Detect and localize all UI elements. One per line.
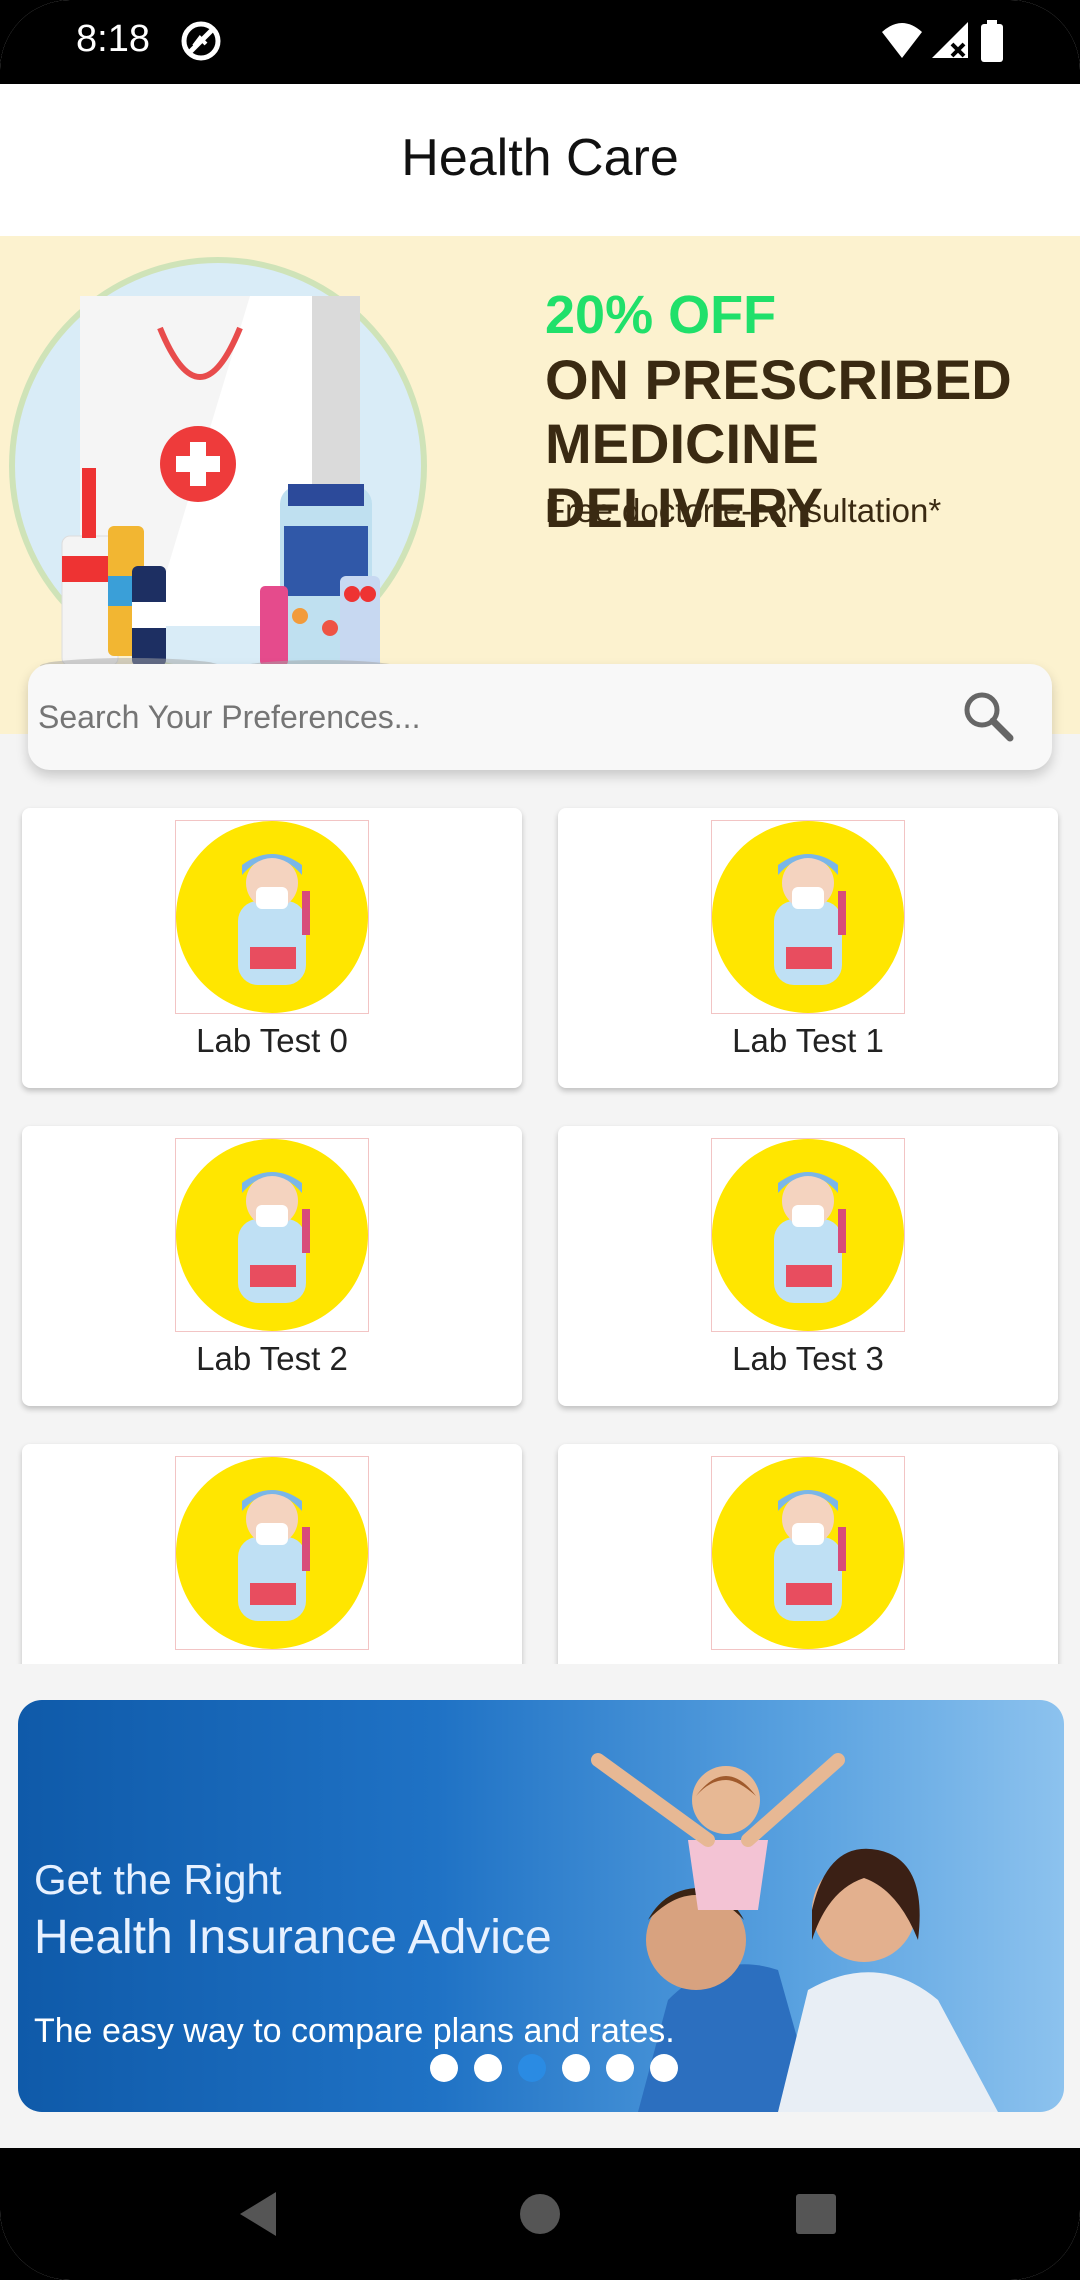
insurance-carousel[interactable]: Get the Right Health Insurance Advice Th… xyxy=(18,1700,1064,2112)
lab-technician-image xyxy=(175,1138,369,1332)
lab-technician-image xyxy=(711,1138,905,1332)
lab-test-label: Lab Test 0 xyxy=(196,1022,348,1059)
promo-subtext: Free doctor e-consultation* xyxy=(545,492,942,529)
promo-headline-line-1: ON PRESCRIBED xyxy=(545,348,1012,411)
battery-icon xyxy=(980,20,1004,67)
lab-test-card[interactable] xyxy=(558,1444,1058,1664)
carousel-dot[interactable] xyxy=(606,2054,634,2082)
carousel-dot[interactable] xyxy=(474,2054,502,2082)
lab-test-label: Lab Test 3 xyxy=(732,1340,884,1377)
carousel-dot[interactable] xyxy=(650,2054,678,2082)
lab-test-card[interactable]: Lab Test 1 xyxy=(558,808,1058,1088)
signal-icon xyxy=(930,20,970,65)
carousel-dot[interactable] xyxy=(562,2054,590,2082)
status-time: 8:18 xyxy=(76,18,150,60)
lab-technician-image xyxy=(175,820,369,1014)
search-input[interactable] xyxy=(36,686,940,748)
lab-test-grid: Lab Test 0 Lab Test 1 Lab Test 2 Lab Tes… xyxy=(0,784,1080,1664)
medicine-bag-illustration xyxy=(9,257,427,676)
vpn-icon xyxy=(180,20,222,67)
banner-line-3: The easy way to compare plans and rates. xyxy=(34,2012,675,2050)
lab-test-label: Lab Test 1 xyxy=(732,1022,884,1059)
banner-line-1: Get the Right xyxy=(34,1856,282,1903)
banner-line-2: Health Insurance Advice xyxy=(34,1911,552,1964)
lab-technician-image xyxy=(175,1456,369,1650)
recents-icon[interactable] xyxy=(796,2194,836,2239)
lab-technician-image xyxy=(711,820,905,1014)
status-bar: 8:18 xyxy=(0,0,1080,84)
screen: 8:18 Health Care 20% OFF ON PRESCRIBED M… xyxy=(0,0,1080,2280)
page-title: Health Care xyxy=(401,129,679,187)
lab-test-card[interactable]: Lab Test 2 xyxy=(22,1126,522,1406)
home-icon[interactable] xyxy=(518,2192,562,2241)
lab-technician-image xyxy=(711,1456,905,1650)
app-bar: Health Care xyxy=(0,84,1080,236)
back-icon[interactable] xyxy=(236,2190,280,2243)
search-bar[interactable] xyxy=(28,664,1052,770)
promo-discount: 20% OFF xyxy=(545,285,777,345)
carousel-dot[interactable] xyxy=(430,2054,458,2082)
wifi-icon xyxy=(880,20,924,65)
search-icon[interactable] xyxy=(958,686,1018,751)
lab-test-label: Lab Test 2 xyxy=(196,1340,348,1377)
promo-banner[interactable]: 20% OFF ON PRESCRIBED MEDICINE DELIVERY … xyxy=(0,236,1080,734)
lab-test-card[interactable] xyxy=(22,1444,522,1664)
navigation-bar xyxy=(0,2148,1080,2280)
lab-test-card[interactable]: Lab Test 3 xyxy=(558,1126,1058,1406)
lab-test-card[interactable]: Lab Test 0 xyxy=(22,808,522,1088)
carousel-dot-active[interactable] xyxy=(518,2054,546,2082)
